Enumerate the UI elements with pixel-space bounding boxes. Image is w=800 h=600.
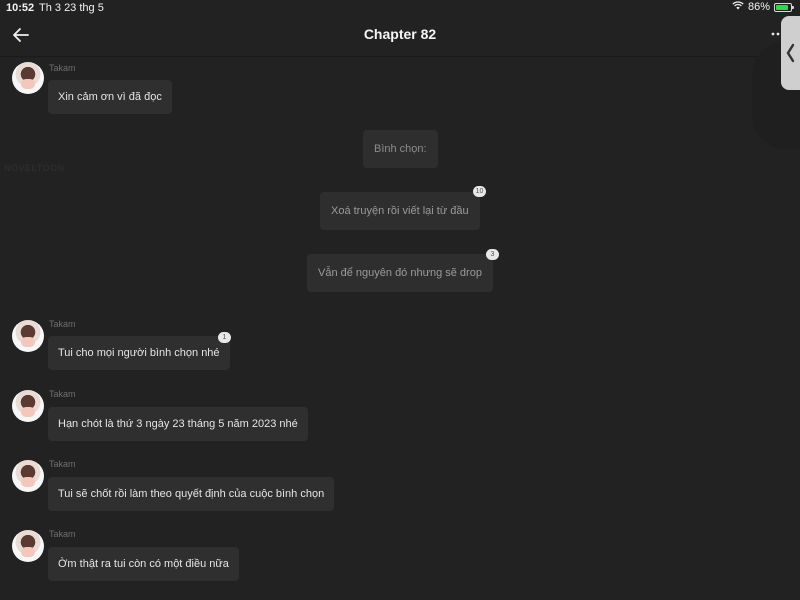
message-bubble: Tui cho mọi người bình chọn nhé	[48, 336, 230, 370]
message-bubble: Hạn chót là thứ 3 ngày 23 tháng 5 năm 20…	[48, 407, 308, 441]
poll-option-text: Vẫn để nguyên đó nhưng sẽ drop	[318, 267, 482, 279]
message-author: Takam	[49, 389, 76, 399]
status-indicators: 86%	[732, 1, 794, 13]
reaction-count-badge: 1	[218, 332, 231, 343]
battery-fill	[776, 4, 789, 10]
vote-count-badge: 10	[473, 186, 486, 197]
poll-option[interactable]: Xoá truyện rồi viết lại từ đầu	[320, 192, 480, 230]
message-author: Takam	[49, 459, 76, 469]
vote-count-badge: 3	[486, 249, 499, 260]
poll-label: Bình chọn:	[363, 130, 438, 168]
nav-bar: Chapter 82	[0, 16, 800, 57]
message-bubble: Ờm thật ra tui còn có một điều nữa	[48, 547, 239, 581]
avatar	[12, 530, 44, 562]
poll-option[interactable]: Vẫn để nguyên đó nhưng sẽ drop	[307, 254, 493, 292]
avatar	[12, 390, 44, 422]
page-title: Chapter 82	[363, 26, 437, 42]
message-bubble: Tui sẽ chốt rồi làm theo quyết định của …	[48, 477, 335, 511]
avatar	[12, 320, 44, 352]
status-bar: 10:52 Th 3 23 thg 5 86%	[0, 0, 800, 16]
message-author: Takam	[49, 319, 76, 329]
battery-icon	[774, 2, 794, 12]
message-author: Takam	[49, 529, 76, 539]
status-date: Th 3 23 thg 5	[39, 2, 104, 14]
avatar	[12, 460, 44, 492]
message-author: Takam	[49, 63, 76, 73]
poll-option-text: Xoá truyện rồi viết lại từ đầu	[331, 205, 469, 217]
avatar	[12, 62, 44, 94]
message-bubble: Xin cảm ơn vì đã đọc	[48, 80, 172, 114]
wifi-icon	[732, 1, 744, 13]
status-time: 10:52	[6, 2, 35, 14]
chat-area: Takam Xin cảm ơn vì đã đọc Bình chọn: Xo…	[0, 56, 800, 600]
battery-percent: 86%	[747, 1, 770, 13]
